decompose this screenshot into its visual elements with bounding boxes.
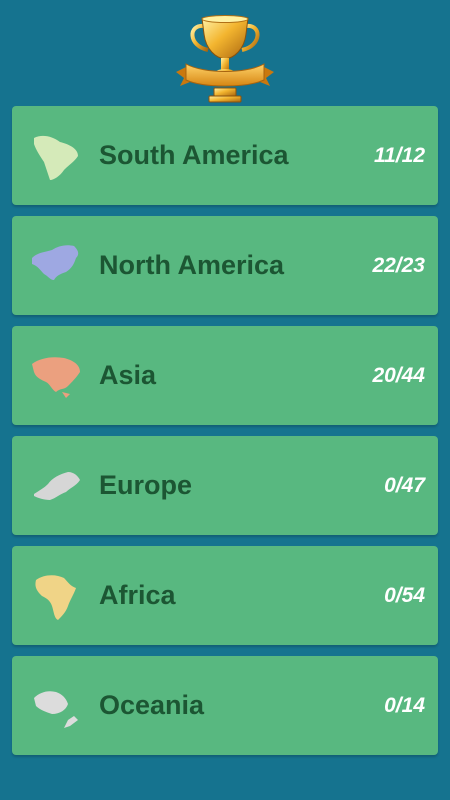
continent-list: South America 11/12 North America 22/23 … (12, 106, 438, 766)
continent-score: 0/47 (384, 474, 425, 497)
continent-name: South America (99, 140, 289, 170)
continent-card-south-america[interactable]: South America 11/12 (12, 106, 438, 205)
continent-card-north-america[interactable]: North America 22/23 (12, 216, 438, 315)
asia-map-icon (30, 350, 82, 402)
trophy-icon (174, 12, 276, 104)
europe-map-icon (30, 460, 82, 512)
continent-name: North America (99, 250, 285, 280)
continent-score: 20/44 (372, 364, 425, 387)
continent-score: 11/12 (374, 144, 425, 167)
continent-name: Asia (99, 360, 157, 390)
continent-card-europe[interactable]: Europe 0/47 (12, 436, 438, 535)
africa-map-icon (30, 570, 82, 622)
continent-score: 0/14 (384, 694, 425, 717)
south-america-map-icon (30, 130, 82, 182)
continent-name: Oceania (99, 690, 205, 720)
continent-name: Europe (99, 470, 193, 500)
continent-card-africa[interactable]: Africa 0/54 (12, 546, 438, 645)
continent-card-asia[interactable]: Asia 20/44 (12, 326, 438, 425)
continent-score: 22/23 (372, 254, 425, 277)
continent-card-oceania[interactable]: Oceania 0/14 (12, 656, 438, 755)
continent-score: 0/54 (384, 584, 425, 607)
continent-name: Africa (99, 580, 176, 610)
oceania-map-icon (30, 680, 82, 732)
north-america-map-icon (30, 240, 82, 292)
